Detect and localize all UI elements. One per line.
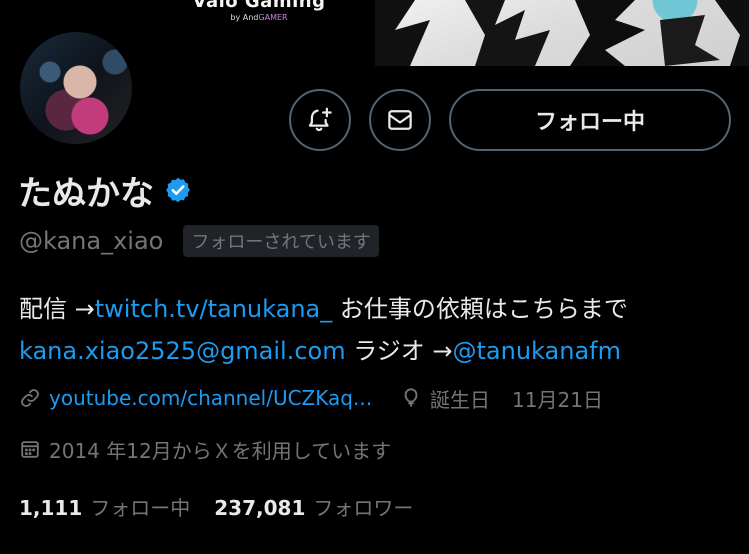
profile-handle: @kana_xiao xyxy=(19,227,164,255)
website-link[interactable]: youtube.com/channel/UCZKaq... xyxy=(49,386,372,410)
mention-link[interactable]: @tanukanafm xyxy=(453,337,621,365)
twitch-link[interactable]: twitch.tv/tanukana_ xyxy=(95,295,333,323)
website-item: youtube.com/channel/UCZKaq... xyxy=(19,386,372,410)
follow-stats: 1,111 フォロー中 237,081 フォロワー xyxy=(19,489,413,523)
bio-line-2: kana.xiao2525@gmail.com ラジオ →@tanukanafm xyxy=(19,330,739,372)
joined-date: 2014 年12月からＸを利用しています xyxy=(49,438,392,463)
joined-row: 2014 年12月からＸを利用しています xyxy=(19,433,391,465)
link-icon xyxy=(21,389,39,407)
followers-count: 237,081 xyxy=(214,495,306,520)
bell-plus-icon xyxy=(308,107,332,132)
profile-meta-row: youtube.com/channel/UCZKaq... 誕生日 11月21日 xyxy=(19,381,603,415)
followers-label: フォロワー xyxy=(313,495,414,520)
following-count: 1,111 xyxy=(19,495,83,520)
follows-you-badge: フォローされています xyxy=(183,225,379,257)
calendar-icon xyxy=(21,441,39,458)
bio-text: ラジオ → xyxy=(345,337,453,365)
handle-row: @kana_xiao フォローされています xyxy=(19,224,379,258)
followers-stat[interactable]: 237,081 フォロワー xyxy=(214,492,413,521)
profile-avatar[interactable] xyxy=(17,29,135,147)
birthday-item: 誕生日 11月21日 xyxy=(400,384,603,413)
birthday-label: 誕生日 xyxy=(430,387,491,412)
email-link[interactable]: kana.xiao2525@gmail.com xyxy=(19,337,346,365)
verified-badge-icon[interactable] xyxy=(164,176,192,204)
following-button[interactable]: フォロー中 xyxy=(449,89,731,151)
following-stat[interactable]: 1,111 フォロー中 xyxy=(19,492,190,521)
birthday-value: 11月21日 xyxy=(512,387,603,412)
banner-brand-sub: by AndGAMER xyxy=(230,13,288,22)
bio-text: 配信 → xyxy=(19,295,95,323)
banner-artwork xyxy=(375,0,749,66)
bio-text: お仕事の依頼はこちらまで xyxy=(332,295,628,323)
mail-icon xyxy=(388,110,412,130)
balloon-icon xyxy=(404,388,418,407)
banner-brand-logo: Vaio Gaming by AndGAMER xyxy=(184,0,334,23)
bio-line-1: 配信 →twitch.tv/tanukana_ お仕事の依頼はこちらまで xyxy=(19,288,739,330)
following-label: フォロー中 xyxy=(90,495,191,520)
notify-button[interactable] xyxy=(289,89,351,151)
message-button[interactable] xyxy=(369,89,431,151)
name-row: たぬかな xyxy=(18,168,192,214)
banner-brand-title: Vaio Gaming xyxy=(192,0,326,12)
display-name: たぬかな xyxy=(18,173,154,214)
profile-bio: 配信 →twitch.tv/tanukana_ お仕事の依頼はこちらまで kan… xyxy=(19,288,739,372)
